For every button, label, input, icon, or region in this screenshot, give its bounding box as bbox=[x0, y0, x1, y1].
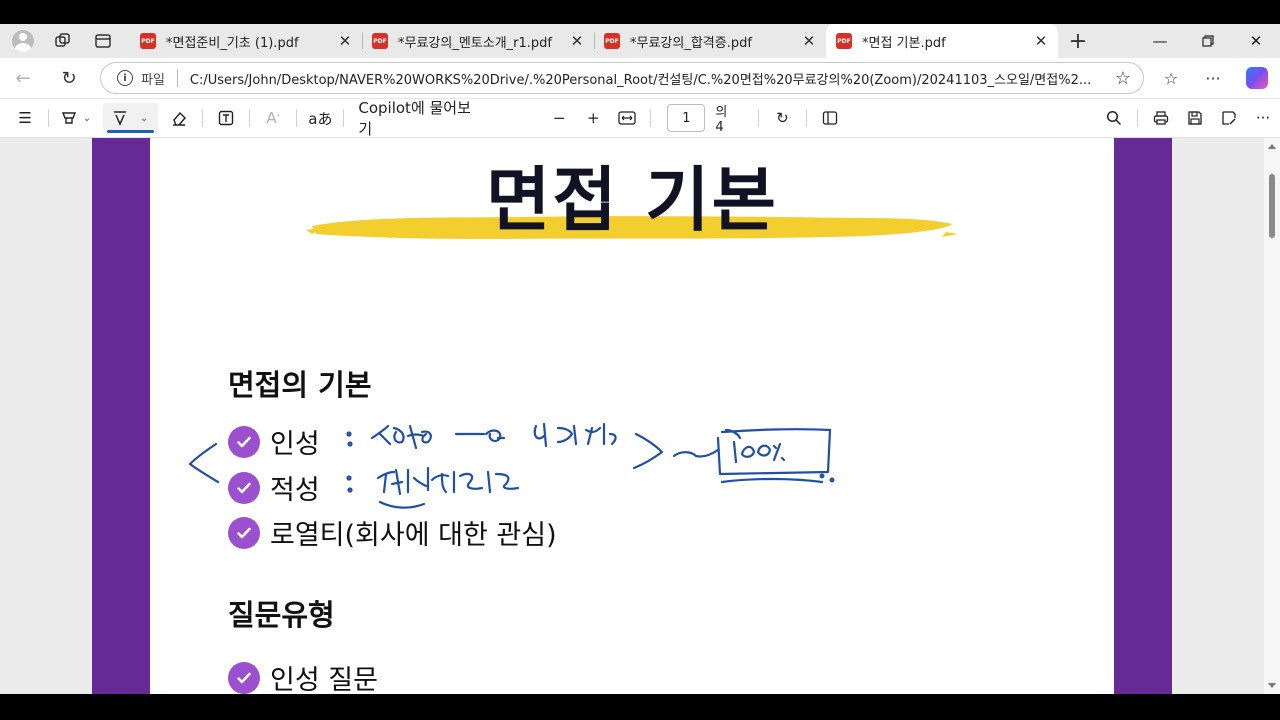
print-icon[interactable] bbox=[1144, 103, 1178, 133]
address-bar-actions: ☆ ··· bbox=[1150, 58, 1280, 98]
bullet-aptitude: 적성 bbox=[228, 468, 320, 507]
tab-title: *무료강의_멘토소개_r1.pdf bbox=[398, 35, 553, 51]
scroll-thumb[interactable] bbox=[1269, 174, 1275, 238]
check-circle-icon bbox=[228, 425, 260, 458]
close-icon[interactable]: ✕ bbox=[1032, 32, 1050, 50]
pen-draw-icon bbox=[114, 111, 127, 126]
tab-mentor-intro[interactable]: PDF *무료강의_멘토소개_r1.pdf ✕ bbox=[362, 24, 594, 58]
profile-avatar[interactable] bbox=[12, 30, 34, 52]
tab-actions-icon[interactable] bbox=[92, 30, 114, 52]
tab-title: *면접 기본.pdf bbox=[862, 35, 946, 51]
divider bbox=[650, 109, 652, 127]
section-heading-basics: 면접의 기본 bbox=[228, 368, 372, 402]
slide-title: 면접 기본 bbox=[486, 159, 778, 241]
bullet-personality-question: 인성 질문 bbox=[228, 658, 378, 694]
tab-strip-controls bbox=[0, 24, 130, 58]
page-view-icon[interactable] bbox=[812, 103, 846, 133]
fit-width-icon[interactable] bbox=[610, 103, 644, 133]
pdf-toolbar: ☰ ⌄ ⌄ Aᐩ aあ Copilot에 물어보기 − + 1 의 4 ↻ ··… bbox=[0, 98, 1280, 138]
close-window-icon[interactable]: ✕ bbox=[1232, 24, 1280, 58]
text-box-icon[interactable] bbox=[209, 103, 243, 133]
bullet-text: 인성 질문 bbox=[270, 665, 378, 694]
pdf-page: 면접 기본 면접의 기본 인성 적성 로열티(회사에 대한 관심) 질문유형 인… bbox=[92, 138, 1172, 694]
tab-certificate[interactable]: PDF *무료강의_합격증.pdf ✕ bbox=[594, 24, 826, 58]
highlighter-icon bbox=[61, 112, 76, 124]
draw-tool[interactable]: ⌄ bbox=[102, 103, 159, 133]
chevron-down-icon[interactable]: ⌄ bbox=[140, 113, 148, 124]
ask-copilot-button[interactable]: Copilot에 물어보기 bbox=[350, 99, 486, 138]
divider bbox=[249, 109, 251, 127]
scroll-up-arrow[interactable] bbox=[1268, 144, 1276, 149]
workspaces-icon[interactable] bbox=[52, 30, 74, 52]
divider bbox=[48, 109, 50, 127]
divider bbox=[343, 109, 345, 127]
check-circle-icon bbox=[228, 471, 260, 504]
bullet-loyalty: 로열티(회사에 대한 관심) bbox=[228, 513, 557, 552]
pdf-icon: PDF bbox=[604, 33, 620, 49]
bullet-personality: 인성 bbox=[228, 422, 320, 461]
new-tab-button[interactable]: + bbox=[1058, 24, 1098, 58]
close-icon[interactable]: ✕ bbox=[800, 32, 818, 50]
more-options-icon[interactable]: ··· bbox=[1246, 103, 1280, 133]
browser-window: PDF *면접준비_기초 (1).pdf ✕ PDF *무료강의_멘토소개_r1… bbox=[0, 24, 1280, 694]
refresh-icon[interactable]: ↻ bbox=[46, 68, 92, 89]
chevron-down-icon[interactable]: ⌄ bbox=[83, 113, 91, 124]
tab-title: *무료강의_합격증.pdf bbox=[630, 35, 752, 51]
divider bbox=[296, 109, 298, 127]
vertical-scrollbar[interactable] bbox=[1264, 138, 1280, 694]
pdf-icon: PDF bbox=[836, 33, 852, 49]
divider bbox=[202, 109, 204, 127]
tab-interview-basics[interactable]: PDF *면접 기본.pdf ✕ bbox=[826, 24, 1058, 58]
text-format-icon[interactable]: Aᐩ bbox=[256, 103, 290, 133]
info-icon[interactable]: i bbox=[117, 70, 133, 86]
bullet-text: 로열티(회사에 대한 관심) bbox=[270, 520, 557, 551]
scroll-down-arrow[interactable] bbox=[1268, 683, 1276, 688]
save-icon[interactable] bbox=[1178, 103, 1212, 133]
tab-interview-prep[interactable]: PDF *면접준비_기초 (1).pdf ✕ bbox=[130, 24, 362, 58]
address-input[interactable]: i 파일 C:/Users/John/Desktop/NAVER%20WORKS… bbox=[100, 62, 1144, 94]
url-text: C:/Users/John/Desktop/NAVER%20WORKS%20Dr… bbox=[189, 72, 1092, 88]
close-icon[interactable]: ✕ bbox=[336, 32, 354, 50]
divider bbox=[176, 69, 178, 87]
divider bbox=[1136, 109, 1138, 127]
zoom-in-icon[interactable]: + bbox=[576, 103, 610, 133]
more-menu-icon[interactable]: ··· bbox=[1192, 69, 1234, 88]
zoom-out-icon[interactable]: − bbox=[542, 103, 576, 133]
rotate-icon[interactable]: ↻ bbox=[765, 103, 799, 133]
tab-title: *면접준비_기초 (1).pdf bbox=[166, 35, 299, 51]
favorite-star-icon[interactable]: ☆ bbox=[1115, 68, 1131, 89]
search-icon[interactable] bbox=[1097, 103, 1131, 133]
window-controls: — ✕ bbox=[1136, 24, 1280, 58]
restore-icon[interactable] bbox=[1184, 24, 1232, 58]
bullet-text: 인성 bbox=[270, 429, 320, 460]
scheme-label: 파일 bbox=[141, 72, 165, 88]
page-number-input[interactable]: 1 bbox=[667, 104, 706, 132]
save-as-icon[interactable] bbox=[1212, 103, 1246, 133]
divider bbox=[758, 109, 760, 127]
highlight-tool[interactable]: ⌄ bbox=[55, 103, 97, 133]
bullet-text: 적성 bbox=[270, 475, 320, 506]
section-heading-question-types: 질문유형 bbox=[228, 598, 335, 632]
back-arrow-icon[interactable]: ← bbox=[0, 68, 46, 89]
address-bar-row: ← ↻ i 파일 C:/Users/John/Desktop/NAVER%20W… bbox=[0, 58, 1280, 98]
close-icon[interactable]: ✕ bbox=[568, 32, 586, 50]
minimize-icon[interactable]: — bbox=[1136, 24, 1184, 58]
check-circle-icon bbox=[228, 516, 260, 549]
copilot-icon[interactable] bbox=[1246, 67, 1268, 89]
divider bbox=[805, 109, 807, 127]
eraser-icon[interactable] bbox=[162, 103, 196, 133]
document-viewport[interactable]: 면접 기본 면접의 기본 인성 적성 로열티(회사에 대한 관심) 질문유형 인… bbox=[0, 138, 1280, 694]
pdf-icon: PDF bbox=[372, 33, 388, 49]
pdf-icon: PDF bbox=[140, 33, 156, 49]
check-circle-icon bbox=[228, 661, 260, 694]
tab-strip: PDF *면접준비_기초 (1).pdf ✕ PDF *무료강의_멘토소개_r1… bbox=[0, 24, 1280, 58]
read-aloud-button[interactable]: aあ bbox=[303, 103, 337, 133]
contents-list-icon[interactable]: ☰ bbox=[8, 103, 42, 133]
page-total-label: 의 4 bbox=[715, 105, 728, 135]
favorites-icon[interactable]: ☆ bbox=[1150, 69, 1192, 88]
